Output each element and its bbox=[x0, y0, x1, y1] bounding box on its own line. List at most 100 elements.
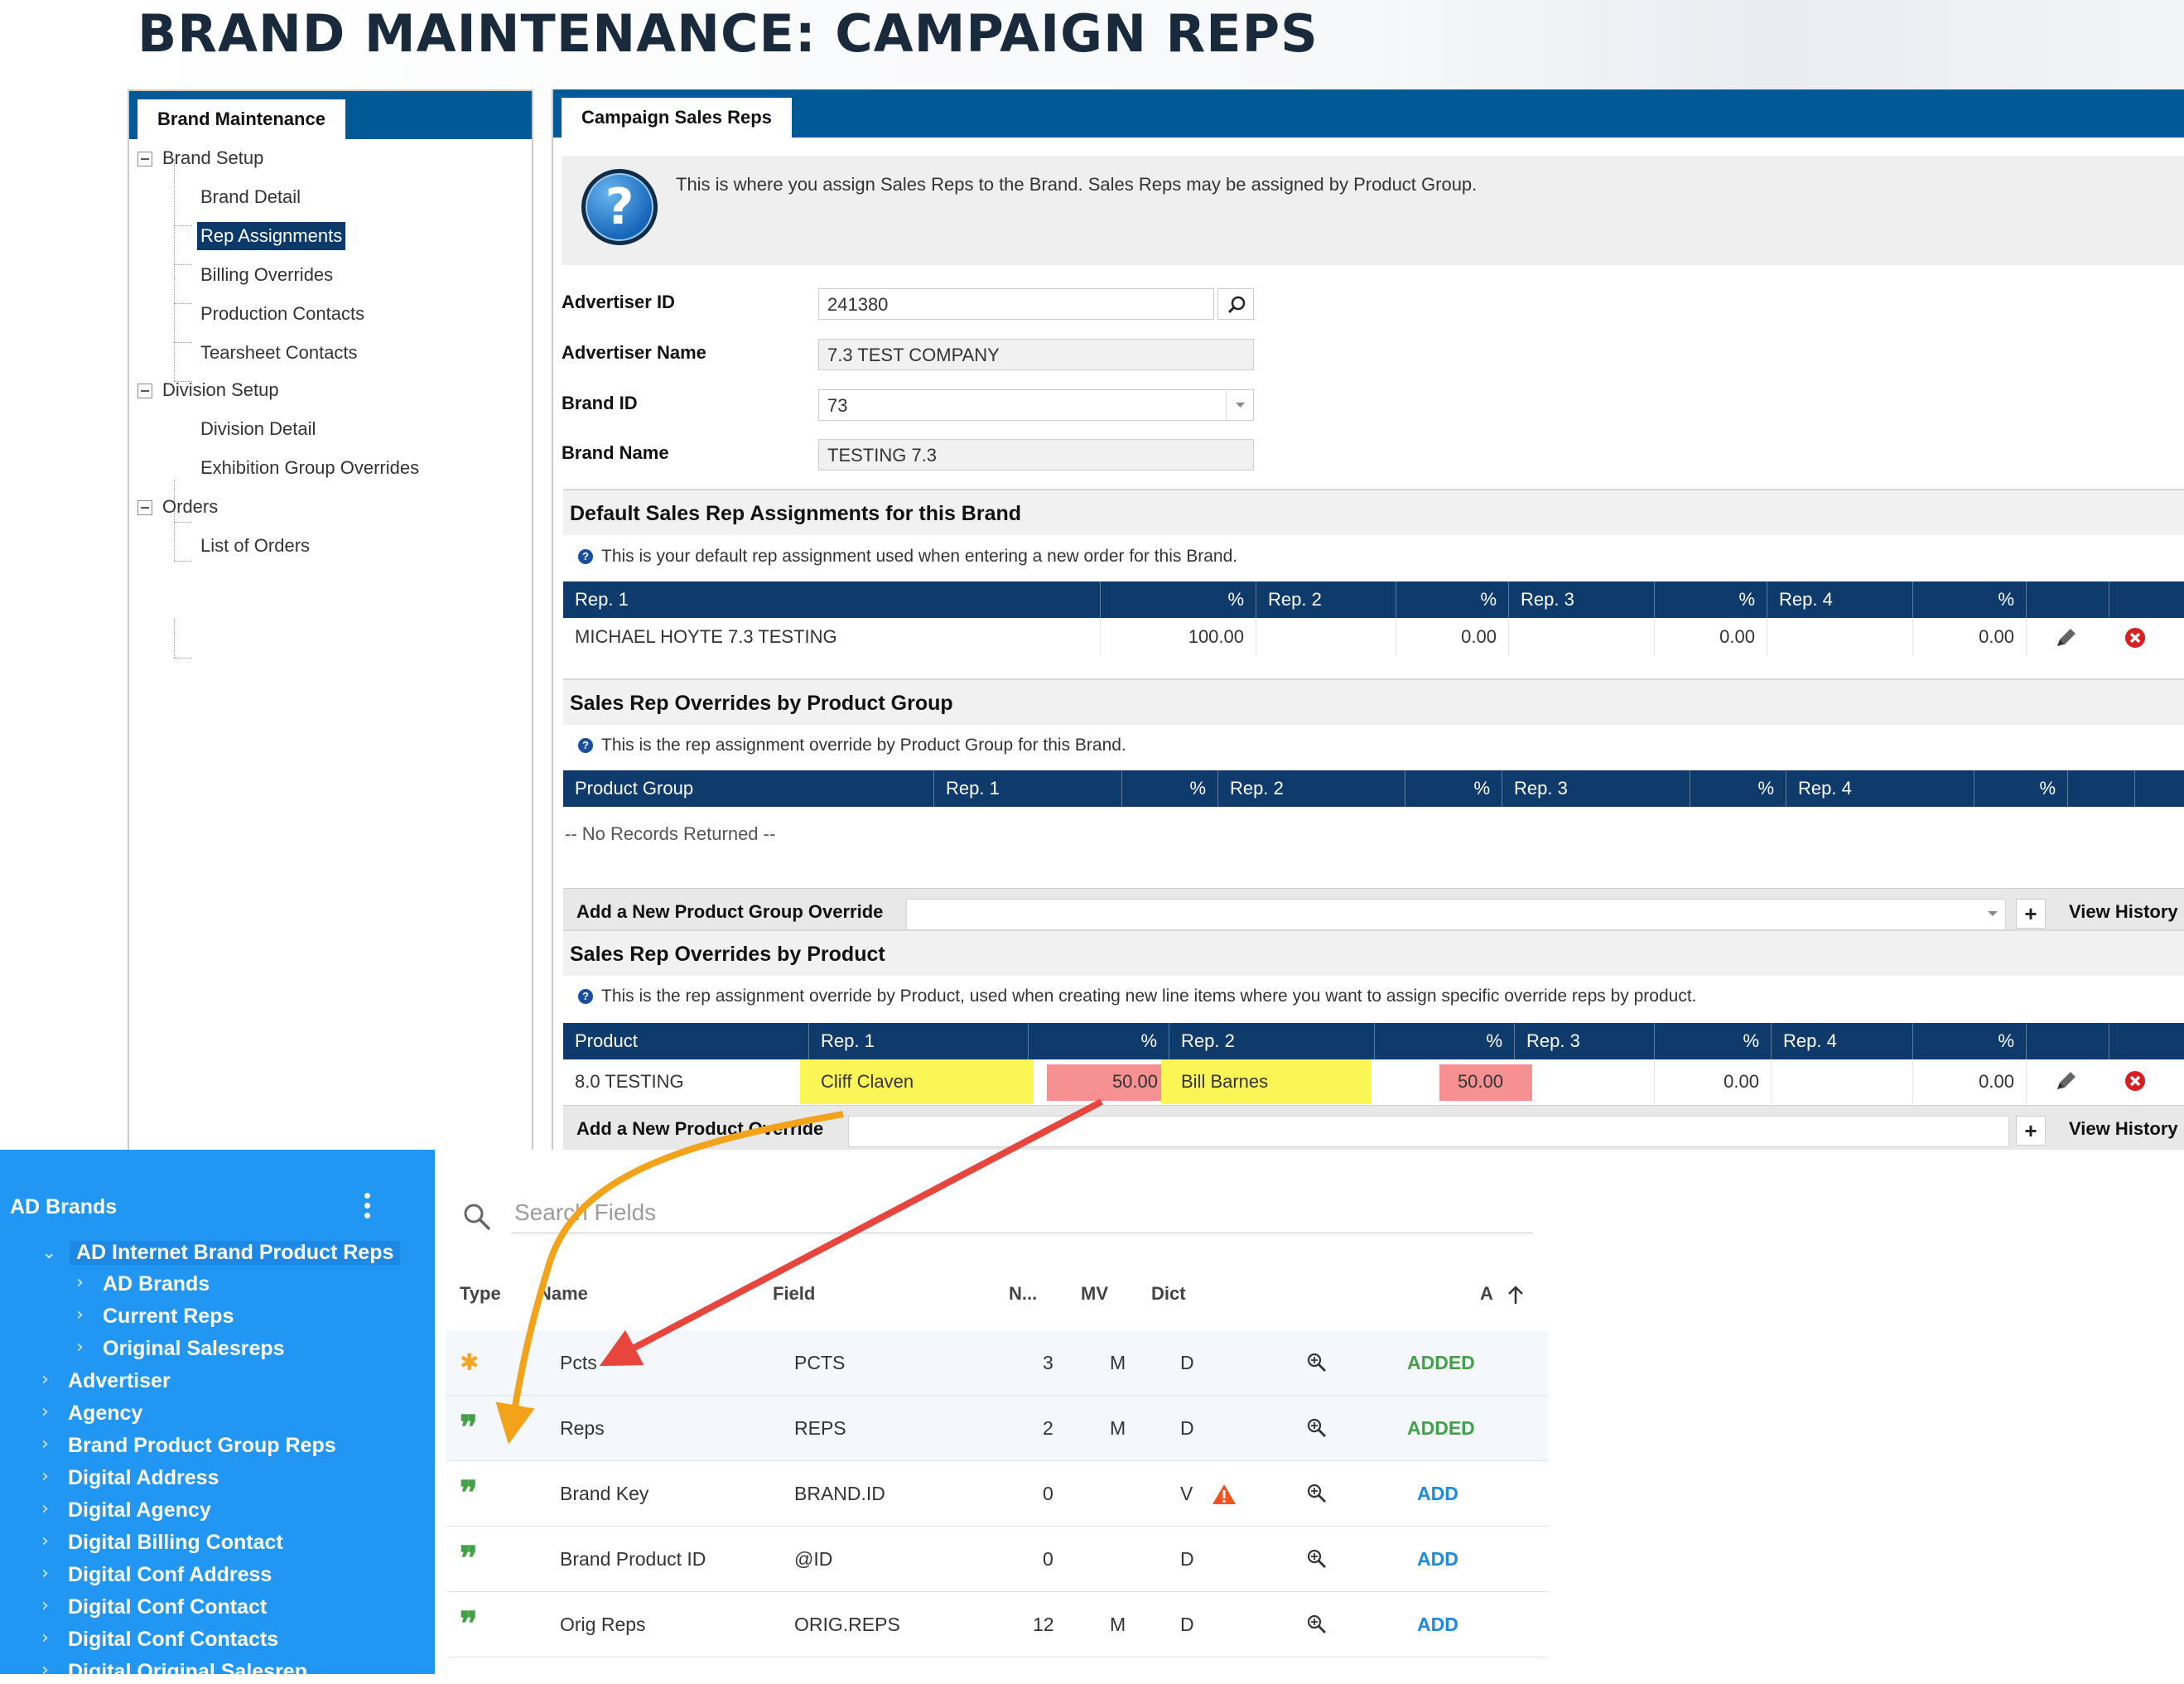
list-item[interactable]: ❞ Brand Product ID @ID 0 D ADD bbox=[446, 1527, 1548, 1592]
chevron-right-icon[interactable]: › bbox=[41, 1563, 49, 1584]
sidebar-item-digital-conf-contact[interactable]: Digital Conf Contact bbox=[68, 1595, 267, 1619]
add-group-override-select[interactable] bbox=[906, 899, 2006, 930]
col-rep4[interactable]: Rep. 4 bbox=[1767, 581, 1913, 618]
tree-node-production-contacts[interactable]: Production Contacts bbox=[200, 300, 364, 328]
col-rep2[interactable]: Rep. 2 bbox=[1256, 581, 1396, 618]
tab-campaign-sales-reps[interactable]: Campaign Sales Reps bbox=[562, 98, 792, 138]
sidebar-item-digital-conf-address[interactable]: Digital Conf Address bbox=[68, 1563, 272, 1587]
col-rep3[interactable]: Rep. 3 bbox=[1515, 1023, 1655, 1059]
table-row[interactable]: 8.0 TESTING Cliff Claven 50.00 Bill Barn… bbox=[563, 1059, 2184, 1104]
tree-node-rep-assignments[interactable]: Rep Assignments bbox=[197, 222, 346, 250]
col-rep2[interactable]: Rep. 2 bbox=[1218, 770, 1405, 807]
chevron-right-icon[interactable]: › bbox=[41, 1434, 49, 1455]
more-vert-icon[interactable] bbox=[364, 1193, 371, 1223]
tree-node-billing-overrides[interactable]: Billing Overrides bbox=[200, 261, 333, 289]
col-mv[interactable]: MV bbox=[1081, 1283, 1108, 1305]
col-rep1[interactable]: Rep. 1 bbox=[934, 770, 1122, 807]
add-product-override-button[interactable]: + bbox=[2016, 1116, 2046, 1146]
chevron-right-icon[interactable]: › bbox=[41, 1369, 49, 1390]
col-type[interactable]: Type bbox=[460, 1283, 501, 1305]
chevron-right-icon[interactable]: › bbox=[41, 1531, 49, 1551]
chevron-down-icon[interactable]: ⌄ bbox=[41, 1242, 56, 1263]
sidebar-item-brand-product-group-reps[interactable]: Brand Product Group Reps bbox=[68, 1434, 336, 1458]
col-pct2[interactable]: % bbox=[1405, 770, 1502, 807]
tree-node-division-detail[interactable]: Division Detail bbox=[200, 415, 316, 443]
col-pct1[interactable]: % bbox=[1122, 770, 1218, 807]
sidebar-item-advertiser[interactable]: Advertiser bbox=[68, 1369, 171, 1393]
sidebar-item-ad-brands[interactable]: AD Brands bbox=[103, 1272, 210, 1296]
chevron-right-icon[interactable]: › bbox=[41, 1628, 49, 1648]
col-pct3[interactable]: % bbox=[1655, 1023, 1772, 1059]
tree-node-division-setup[interactable]: Division Setup bbox=[162, 376, 279, 404]
col-rep3[interactable]: Rep. 3 bbox=[1502, 770, 1690, 807]
delete-icon[interactable] bbox=[2124, 626, 2147, 654]
tree-node-exhibition-group-overrides[interactable]: Exhibition Group Overrides bbox=[200, 454, 419, 482]
zoom-in-icon[interactable] bbox=[1306, 1614, 1328, 1635]
chevron-right-icon[interactable]: › bbox=[41, 1595, 49, 1616]
edit-pencil-icon[interactable] bbox=[2054, 1069, 2079, 1097]
add-group-override-button[interactable]: + bbox=[2016, 899, 2046, 929]
tree-collapse-division-setup-icon[interactable] bbox=[137, 384, 152, 398]
col-rep4[interactable]: Rep. 4 bbox=[1786, 770, 1974, 807]
chevron-right-icon[interactable]: › bbox=[76, 1337, 84, 1358]
tree-collapse-orders-icon[interactable] bbox=[137, 500, 152, 515]
col-pct1[interactable]: % bbox=[1029, 1023, 1169, 1059]
col-product[interactable]: Product bbox=[563, 1023, 809, 1059]
sidebar-item-original-salesreps[interactable]: Original Salesreps bbox=[103, 1337, 285, 1361]
advertiser-lookup-button[interactable] bbox=[1217, 288, 1254, 320]
chevron-right-icon[interactable]: › bbox=[76, 1305, 84, 1325]
list-item[interactable]: ❞ Reps REPS 2 M D ADDED bbox=[446, 1396, 1548, 1461]
sort-arrow-up-icon[interactable] bbox=[1506, 1284, 1526, 1305]
zoom-in-icon[interactable] bbox=[1306, 1548, 1328, 1570]
list-item[interactable]: ❞ Brand Key BRAND.ID 0 V ADD bbox=[446, 1461, 1548, 1527]
brand-id-dropdown[interactable] bbox=[1226, 390, 1254, 420]
col-rep1[interactable]: Rep. 1 bbox=[809, 1023, 1029, 1059]
col-pct3[interactable]: % bbox=[1690, 770, 1786, 807]
advertiser-id-field[interactable]: 241380 bbox=[818, 288, 1214, 320]
product-view-history-link[interactable]: View History bbox=[2069, 1106, 2178, 1152]
col-pct4[interactable]: % bbox=[1913, 581, 2027, 618]
sidebar-item-agency[interactable]: Agency bbox=[68, 1402, 142, 1426]
col-product-group[interactable]: Product Group bbox=[563, 770, 934, 807]
tree-node-orders[interactable]: Orders bbox=[162, 493, 218, 521]
sidebar-item-digital-address[interactable]: Digital Address bbox=[68, 1466, 219, 1490]
col-rep1[interactable]: Rep. 1 bbox=[563, 581, 1101, 618]
chevron-right-icon[interactable]: › bbox=[76, 1272, 84, 1293]
chevron-right-icon[interactable]: › bbox=[41, 1660, 49, 1681]
zoom-in-icon[interactable] bbox=[1306, 1417, 1328, 1439]
sidebar-item-current-reps[interactable]: Current Reps bbox=[103, 1305, 234, 1329]
edit-pencil-icon[interactable] bbox=[2054, 626, 2079, 654]
col-pct2[interactable]: % bbox=[1396, 581, 1509, 618]
col-dict[interactable]: Dict bbox=[1151, 1283, 1186, 1305]
sidebar-item-digital-conf-contacts[interactable]: Digital Conf Contacts bbox=[68, 1628, 278, 1652]
list-item[interactable]: ❞ Orig Reps ORIG.REPS 12 M D ADD bbox=[446, 1592, 1548, 1657]
col-rep3[interactable]: Rep. 3 bbox=[1509, 581, 1655, 618]
col-rep4[interactable]: Rep. 4 bbox=[1772, 1023, 1913, 1059]
col-rep2[interactable]: Rep. 2 bbox=[1169, 1023, 1375, 1059]
col-field[interactable]: Field bbox=[773, 1283, 815, 1305]
col-pct3[interactable]: % bbox=[1655, 581, 1767, 618]
col-pct4[interactable]: % bbox=[1974, 770, 2068, 807]
col-pct4[interactable]: % bbox=[1913, 1023, 2027, 1059]
delete-icon[interactable] bbox=[2124, 1069, 2147, 1097]
col-pct2[interactable]: % bbox=[1375, 1023, 1515, 1059]
tab-brand-maintenance[interactable]: Brand Maintenance bbox=[137, 99, 345, 139]
search-input[interactable]: Search Fields bbox=[514, 1199, 656, 1226]
chevron-right-icon[interactable]: › bbox=[41, 1498, 49, 1519]
add-field-button[interactable]: ADD bbox=[1417, 1527, 1458, 1591]
brand-id-select[interactable]: 73 bbox=[818, 389, 1254, 421]
tree-node-brand-detail[interactable]: Brand Detail bbox=[200, 183, 301, 211]
list-item[interactable]: ✱ Pcts PCTS 3 M D ADDED bbox=[446, 1330, 1548, 1396]
tree-collapse-brand-setup-icon[interactable] bbox=[137, 152, 152, 166]
col-n[interactable]: N... bbox=[1009, 1283, 1037, 1305]
add-field-button[interactable]: ADD bbox=[1417, 1592, 1458, 1657]
tree-node-tearsheet-contacts[interactable]: Tearsheet Contacts bbox=[200, 339, 358, 367]
tree-node-list-of-orders[interactable]: List of Orders bbox=[200, 532, 310, 560]
sidebar-item-digital-billing-contact[interactable]: Digital Billing Contact bbox=[68, 1531, 283, 1555]
sidebar-item-digital-original-salesrep[interactable]: Digital Original Salesrep bbox=[68, 1660, 307, 1684]
tree-node-brand-setup[interactable]: Brand Setup bbox=[162, 144, 263, 172]
add-product-override-select[interactable] bbox=[848, 1116, 2009, 1147]
zoom-in-icon[interactable] bbox=[1306, 1483, 1328, 1504]
col-pct1[interactable]: % bbox=[1101, 581, 1256, 618]
zoom-in-icon[interactable] bbox=[1306, 1352, 1328, 1373]
